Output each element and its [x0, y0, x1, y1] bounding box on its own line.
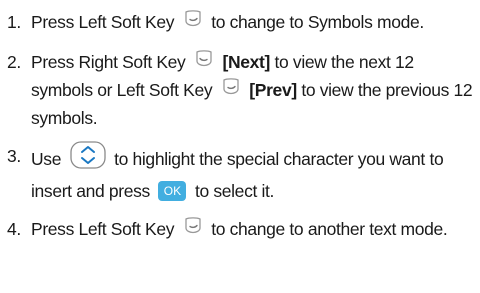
- next-label: [Next]: [222, 51, 271, 72]
- step-3: 3. Use to highlight the special characte…: [7, 140, 475, 204]
- navigation-key-icon: [69, 140, 106, 176]
- step-text: Press Left Soft Key to change to another…: [31, 216, 475, 244]
- right-soft-key-icon: [194, 48, 214, 75]
- step-4: 4. Press Left Soft Key to change to anot…: [7, 216, 475, 244]
- step-2: 2. Press Right Soft Key [Next] to view t…: [7, 49, 475, 131]
- step-number: 4.: [7, 218, 21, 239]
- ok-key-icon: OK: [158, 181, 187, 201]
- step-1: 1. Press Left Soft Key to change to Symb…: [7, 9, 475, 37]
- step-text: Press Left Soft Key to change to Symbols…: [31, 9, 475, 37]
- step-number: 2.: [7, 51, 21, 72]
- prev-label: [Prev]: [249, 79, 297, 100]
- step-number: 1.: [7, 12, 21, 32]
- instruction-page: 1. Press Left Soft Key to change to Symb…: [0, 0, 480, 293]
- step-number: 3.: [7, 145, 21, 166]
- left-soft-key-icon: [221, 76, 241, 103]
- left-soft-key-icon: [183, 8, 203, 35]
- instruction-steps: 1. Press Left Soft Key to change to Symb…: [7, 9, 475, 256]
- step-text: Use to highlight the special character y…: [31, 140, 475, 204]
- step-text: Press Right Soft Key [Next] to view the …: [31, 49, 475, 131]
- left-soft-key-icon: [183, 215, 203, 242]
